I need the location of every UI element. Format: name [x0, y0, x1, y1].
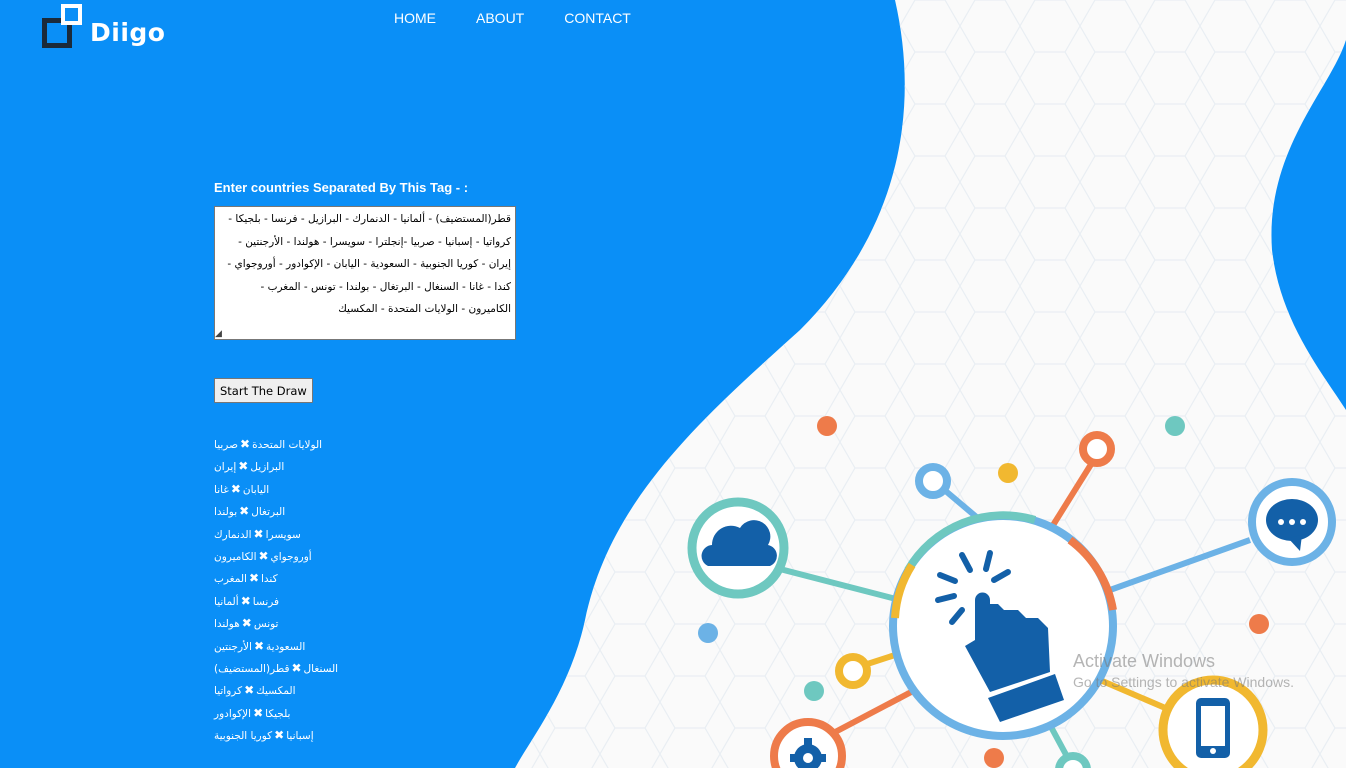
draw-result-row: الدنمارك ✖ سويسرا [214, 525, 338, 547]
versus-x-icon: ✖ [238, 459, 249, 474]
draw-result-row: الأرجنتين ✖ السعودية [214, 637, 338, 659]
draw-result-row: قطر(المستضيف) ✖ السنغال [214, 659, 338, 681]
draw-result-row: إيران ✖ البرازيل [214, 457, 338, 479]
diigo-logo[interactable]: Diigo [40, 2, 166, 48]
chat-node [1248, 478, 1336, 566]
team-a-label: بولندا [214, 506, 238, 519]
versus-x-icon: ✖ [253, 526, 264, 541]
draw-results-list: صربيا ✖ الولايات المتحدة إيران ✖ البرازيل غانا… [214, 435, 338, 748]
versus-x-icon: ✖ [253, 705, 264, 720]
team-b-label: اليابان [242, 483, 270, 496]
phone-node [1158, 675, 1268, 768]
team-b-label: الولايات المتحدة [252, 439, 323, 451]
center-node [889, 511, 1117, 740]
nav-about-link[interactable]: ABOUT [476, 10, 524, 26]
team-b-label: البرتغال [251, 506, 286, 519]
nav-home-link[interactable]: HOME [394, 10, 436, 26]
draw-result-row: هولندا ✖ تونس [214, 614, 338, 636]
team-a-label: الأرجنتين [214, 640, 252, 653]
team-b-label: تونس [253, 618, 279, 631]
countries-label: Enter countries Separated By This Tag - … [214, 180, 469, 195]
team-a-label: الكاميرون [214, 550, 257, 563]
team-a-label: هولندا [214, 618, 240, 631]
versus-x-icon: ✖ [240, 437, 251, 451]
team-b-label: كندا [261, 573, 278, 586]
versus-x-icon: ✖ [244, 683, 255, 698]
gear-node [770, 718, 846, 768]
versus-x-icon: ✖ [239, 504, 250, 519]
draw-result-row: الكاميرون ✖ أوروجواي [214, 547, 338, 569]
team-a-label: صربيا [214, 439, 238, 451]
watermark-title: Activate Windows [1073, 651, 1216, 671]
draw-result-row: الإكوادور ✖ بلجيكا [214, 704, 338, 726]
start-draw-button[interactable]: Start The Draw [214, 378, 313, 403]
logo-mark-icon [40, 3, 86, 48]
teal-bottom-node [1055, 752, 1091, 768]
team-b-label: السنغال [303, 662, 339, 675]
team-b-label: فرنسا [252, 595, 280, 608]
versus-x-icon: ✖ [274, 728, 285, 743]
versus-x-icon: ✖ [240, 593, 251, 608]
team-a-label: إيران [214, 461, 237, 474]
team-a-label: غانا [214, 483, 229, 496]
draw-result-row: المغرب ✖ كندا [214, 569, 338, 591]
draw-result-row: ألمانيا ✖ فرنسا [214, 592, 338, 614]
versus-x-icon: ✖ [258, 548, 269, 563]
cloud-node [687, 497, 789, 599]
team-b-label: سويسرا [265, 528, 301, 541]
versus-x-icon: ✖ [248, 571, 259, 586]
team-a-label: المغرب [214, 573, 247, 586]
draw-result-row: غانا ✖ اليابان [214, 480, 338, 502]
team-b-label: البرازيل [250, 461, 285, 474]
team-b-label: إسبانيا [286, 730, 314, 743]
team-a-label: ألمانيا [214, 595, 239, 608]
brand-name: Diigo [90, 18, 166, 47]
versus-x-icon: ✖ [230, 481, 241, 496]
team-b-label: بلجيكا [265, 707, 291, 720]
activate-windows-watermark: Activate Windows Go to Settings to activ… [1073, 651, 1294, 690]
team-a-label: الدنمارك [214, 528, 252, 541]
resize-grip-icon[interactable]: ◢ [215, 328, 225, 338]
watermark-subtitle: Go to Settings to activate Windows. [1073, 674, 1294, 690]
team-a-label: كوريا الجنوبية [214, 730, 273, 743]
countries-textarea[interactable]: قطر(المستضيف) - ألمانيا - الدنمارك - الب… [214, 206, 516, 340]
team-a-label: قطر(المستضيف) [214, 662, 290, 675]
draw-result-row: بولندا ✖ البرتغال [214, 502, 338, 524]
draw-result-row: صربيا ✖ الولايات المتحدة [214, 435, 338, 457]
team-a-label: الإكوادور [214, 707, 252, 720]
team-b-label: أوروجواي [270, 550, 312, 563]
main-nav: HOME ABOUT CONTACT [394, 10, 631, 26]
versus-x-icon: ✖ [253, 638, 265, 653]
team-b-label: السعودية [266, 640, 306, 653]
versus-x-icon: ✖ [291, 660, 302, 675]
draw-result-row: كرواتيا ✖ المكسيك [214, 681, 338, 703]
team-b-label: المكسيك [256, 685, 296, 698]
nav-contact-link[interactable]: CONTACT [564, 10, 631, 26]
versus-x-icon: ✖ [241, 616, 252, 631]
draw-result-row: كوريا الجنوبية ✖ إسبانيا [214, 726, 338, 748]
team-a-label: كرواتيا [214, 685, 243, 698]
